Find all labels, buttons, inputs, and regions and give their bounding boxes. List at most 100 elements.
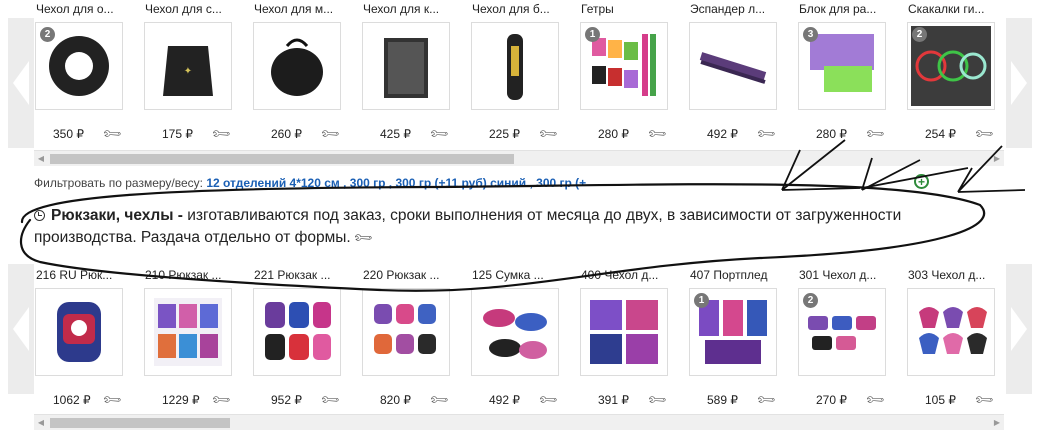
product-price: 589 ₽ [707, 393, 738, 407]
toe-cover-image[interactable] [907, 288, 995, 376]
product-title[interactable]: Скакалки ги... [908, 2, 1006, 16]
bottom-scrollbar[interactable]: ◀ ▶ [34, 414, 1004, 430]
scroll-right-icon[interactable]: ▶ [990, 151, 1004, 166]
product-title[interactable]: 125 Сумка ... [472, 268, 570, 282]
jump-rope-image[interactable]: 2 [907, 22, 995, 110]
carousel-next-button-bottom[interactable] [1006, 264, 1032, 394]
product-title[interactable]: 407 Портплед [690, 268, 788, 282]
product-price: 280 ₽ [816, 127, 847, 141]
wrench-icon[interactable]: 🔧︎ [755, 389, 778, 412]
wrench-icon[interactable]: 🔧︎ [319, 123, 342, 146]
note-bold-text: Рюкзаки, чехлы - [51, 207, 183, 224]
product-title[interactable]: 216 RU Рюк... [36, 268, 134, 282]
product-price: 1229 ₽ [162, 393, 200, 407]
carousel-prev-button-top[interactable] [8, 18, 34, 148]
ball-bag-image[interactable] [253, 22, 341, 110]
zoom-in-icon[interactable]: + [914, 174, 929, 189]
product-price: 350 ₽ [53, 127, 84, 141]
club-case-image[interactable] [471, 22, 559, 110]
product-price: 175 ₽ [162, 127, 193, 141]
product-title[interactable]: 220 Рюкзак ... [363, 268, 461, 282]
product-price: 105 ₽ [925, 393, 956, 407]
product-price: 1062 ₽ [53, 393, 91, 407]
bottom-product-carousel: 216 RU Рюк... 1062 ₽ 🔧︎ 210 Рюкзак ... 1229 … [34, 246, 1004, 430]
garment-cover-image[interactable] [362, 22, 450, 110]
chevron-right-icon [1011, 307, 1027, 351]
wrench-icon[interactable]: 🔧︎ [537, 389, 560, 412]
product-title[interactable]: 301 Чехол д... [799, 268, 897, 282]
shoe-bag-image[interactable] [471, 288, 559, 376]
product-title[interactable]: 400 Чехол д... [581, 268, 679, 282]
product-price: 225 ₽ [489, 127, 520, 141]
image-count-badge: 3 [803, 27, 818, 42]
image-count-badge: 1 [694, 293, 709, 308]
product-price: 952 ₽ [271, 393, 302, 407]
product-price: 270 ₽ [816, 393, 847, 407]
wrench-icon[interactable]: 🔧︎ [537, 123, 560, 146]
wrench-icon[interactable]: 🔧︎ [646, 389, 669, 412]
product-title[interactable]: Блок для ра... [799, 2, 897, 16]
production-note: Рюкзаки, чехлы - изготавливаются под зак… [34, 205, 934, 249]
backpack-set-image[interactable] [253, 288, 341, 376]
product-price: 391 ₽ [598, 393, 629, 407]
product-title[interactable]: 210 Рюкзак ... [145, 268, 243, 282]
scroll-right-icon[interactable]: ▶ [990, 415, 1004, 430]
drawstring-bag-image[interactable]: ✦ [144, 22, 232, 110]
image-count-badge: 2 [803, 293, 818, 308]
wrench-icon[interactable]: 🔧︎ [428, 389, 451, 412]
product-title[interactable]: Чехол для к... [363, 2, 461, 16]
yoga-block-image[interactable]: 3 [798, 22, 886, 110]
filter-options-link[interactable]: 12 отделений 4*120 см , 300 гр , 300 гр … [206, 176, 586, 190]
top-scrollbar[interactable]: ◀ ▶ [34, 150, 1004, 166]
product-title[interactable]: 303 Чехол д... [908, 268, 1006, 282]
wrench-icon[interactable]: 🔧︎ [210, 123, 233, 146]
product-title[interactable]: Чехол для о... [36, 2, 134, 16]
small-backpack-image[interactable] [362, 288, 450, 376]
wrench-icon[interactable]: 🔧︎ [428, 123, 451, 146]
garment-bag-image[interactable]: 1 [689, 288, 777, 376]
wrench-icon[interactable]: 🔧︎ [210, 389, 233, 412]
filter-label: Фильтровать по размеру/весу: [34, 176, 203, 190]
product-price: 280 ₽ [598, 127, 629, 141]
chevron-right-icon [1011, 61, 1027, 105]
product-title[interactable]: Чехол для м... [254, 2, 352, 16]
ring-case-image[interactable]: 2 [35, 22, 123, 110]
svg-text:✦: ✦ [184, 66, 192, 77]
chevron-left-icon [13, 307, 29, 351]
product-price: 492 ₽ [707, 127, 738, 141]
stretch-band-image[interactable] [689, 22, 777, 110]
wrench-icon[interactable]: 🔧︎ [973, 389, 996, 412]
image-count-badge: 2 [912, 27, 927, 42]
pouch-set-image[interactable]: 2 [798, 288, 886, 376]
product-title[interactable]: 221 Рюкзак ... [254, 268, 352, 282]
backpack-catalog-image[interactable] [144, 288, 232, 376]
wrench-icon[interactable]: 🔧︎ [973, 123, 996, 146]
wrench-icon[interactable]: 🔧︎ [101, 389, 124, 412]
wrench-icon[interactable]: 🔧︎ [755, 123, 778, 146]
product-price: 820 ₽ [380, 393, 411, 407]
scroll-left-icon[interactable]: ◀ [34, 151, 48, 166]
product-title[interactable]: Эспандер л... [690, 2, 788, 16]
scroll-thumb[interactable] [50, 154, 514, 164]
product-price: 254 ₽ [925, 127, 956, 141]
scroll-thumb[interactable] [50, 418, 230, 428]
wrench-icon[interactable]: 🔧︎ [319, 389, 342, 412]
carousel-prev-button-bottom[interactable] [8, 264, 34, 394]
top-product-carousel: Чехол для о... 2 350 ₽ 🔧︎ Чехол для с... ✦ 175… [34, 0, 1004, 172]
leg-warmers-image[interactable]: 1 [580, 22, 668, 110]
wrench-icon[interactable]: 🔧︎ [864, 123, 887, 146]
product-price: 425 ₽ [380, 127, 411, 141]
product-title[interactable]: Чехол для б... [472, 2, 570, 16]
wrench-icon[interactable]: 🔧︎ [101, 123, 124, 146]
size-filter: Фильтровать по размеру/весу: 12 отделени… [34, 176, 586, 190]
carousel-next-button-top[interactable] [1006, 18, 1032, 148]
case-set-image[interactable] [580, 288, 668, 376]
backpack-image[interactable] [35, 288, 123, 376]
wrench-icon[interactable]: 🔧︎ [646, 123, 669, 146]
image-count-badge: 1 [585, 27, 600, 42]
product-title[interactable]: Гетры [581, 2, 679, 16]
product-title[interactable]: Чехол для с... [145, 2, 243, 16]
wrench-icon[interactable]: 🔧︎ [864, 389, 887, 412]
clock-icon [34, 210, 45, 221]
scroll-left-icon[interactable]: ◀ [34, 415, 48, 430]
